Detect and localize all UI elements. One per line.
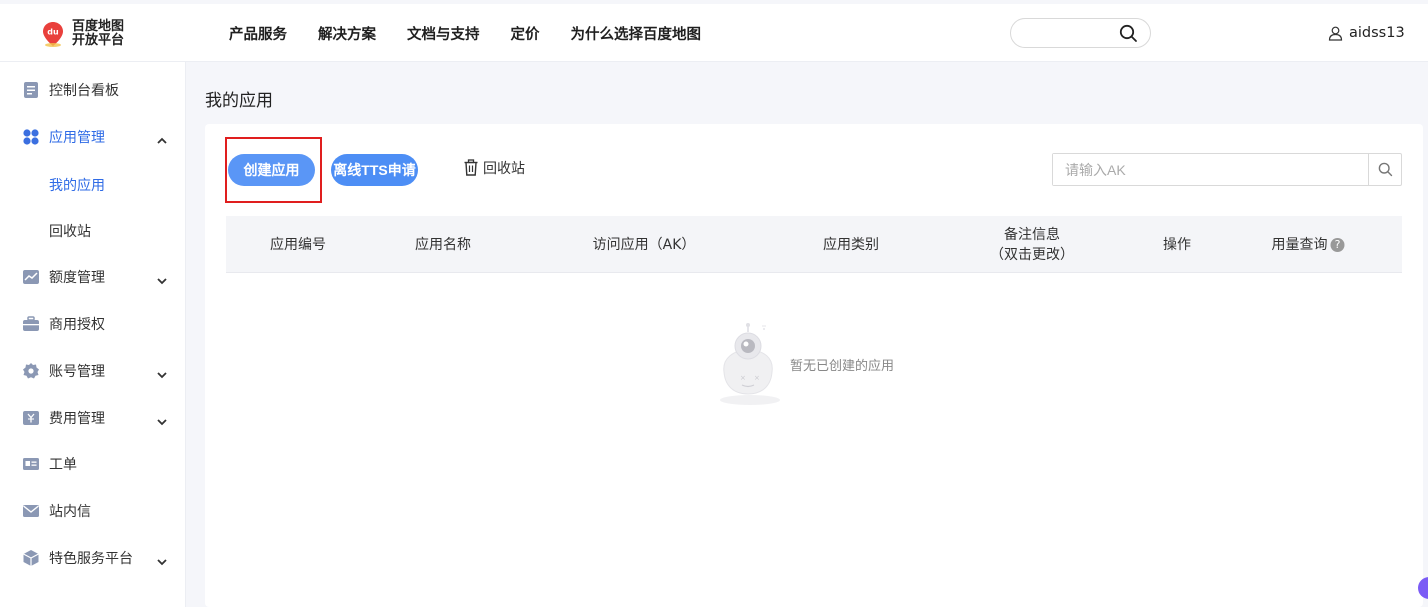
page-title: 我的应用 [205, 91, 273, 111]
svg-text:×: × [754, 374, 760, 382]
column-header-app-name: 应用名称 [415, 236, 471, 253]
user-menu[interactable]: aidss13 [1328, 4, 1405, 62]
sidebar-item-commercial-license[interactable]: 商用授权 [0, 304, 186, 344]
column-header-usage: 用量查询 ? [1272, 216, 1345, 273]
column-header-app-id: 应用编号 [270, 236, 326, 253]
ak-search-button[interactable] [1368, 154, 1401, 185]
sidebar-item-featured-services[interactable]: 特色服务平台 [0, 538, 186, 578]
chevron-down-icon[interactable] [156, 412, 168, 431]
sidebar-item-account[interactable]: 账号管理 [0, 351, 186, 391]
ak-search-input[interactable] [1053, 154, 1353, 185]
search-icon[interactable] [1119, 24, 1138, 47]
nav-solutions[interactable]: 解决方案 [318, 23, 376, 44]
apps-icon [22, 128, 40, 146]
offline-tts-apply-button[interactable]: 离线TTS申请 [331, 154, 418, 186]
mail-icon [22, 502, 40, 520]
empty-mascot-icon: × × [720, 323, 780, 405]
sidebar-item-label: 费用管理 [49, 411, 105, 427]
ticket-icon [22, 455, 40, 473]
sidebar-subitem-my-apps[interactable]: 我的应用 [49, 175, 105, 195]
dashboard-icon [22, 81, 40, 99]
recycle-bin-label: 回收站 [483, 161, 525, 177]
yen-icon [22, 409, 40, 427]
briefcase-icon [22, 315, 40, 333]
sidebar-item-messages[interactable]: 站内信 [0, 491, 186, 531]
sidebar-item-billing[interactable]: 费用管理 [0, 398, 186, 438]
map-pin-logo-icon: du [38, 19, 68, 49]
sidebar-item-label: 账号管理 [49, 364, 105, 380]
sidebar-item-label: 应用管理 [49, 130, 105, 146]
recycle-bin-link[interactable]: 回收站 [463, 158, 525, 178]
logo-text: 百度地图 开放平台 [72, 20, 124, 48]
logo[interactable]: du 百度地图 开放平台 [38, 17, 138, 51]
sidebar-item-app-management[interactable]: 应用管理 [0, 117, 186, 157]
user-icon [1328, 26, 1343, 41]
empty-state-text: 暂无已创建的应用 [790, 359, 895, 374]
nav-products[interactable]: 产品服务 [229, 23, 287, 44]
help-icon[interactable]: ? [1330, 237, 1345, 252]
chevron-down-icon[interactable] [156, 552, 168, 571]
logo-badge-text: du [47, 28, 59, 37]
create-app-button[interactable]: 创建应用 [228, 154, 315, 186]
svg-text:×: × [740, 374, 746, 382]
chevron-up-icon[interactable] [156, 131, 168, 150]
main-nav: 产品服务 解决方案 文档与支持 定价 为什么选择百度地图 [229, 4, 732, 62]
sidebar-item-dashboard[interactable]: 控制台看板 [0, 70, 186, 110]
table-header: 应用编号 应用名称 访问应用（AK） 应用类别 备注信息 （双击更改） 操作 用… [226, 216, 1402, 273]
sidebar-item-label: 工单 [49, 457, 77, 473]
chart-icon [22, 268, 40, 286]
column-header-actions: 操作 [1163, 236, 1191, 253]
top-search-input[interactable] [1023, 19, 1123, 47]
sidebar-item-label: 站内信 [49, 504, 91, 520]
column-header-ak: 访问应用（AK） [592, 236, 696, 253]
nav-pricing[interactable]: 定价 [511, 23, 540, 44]
logo-line-2: 开放平台 [72, 33, 125, 48]
username: aidss13 [1349, 25, 1405, 41]
column-header-remarks: 备注信息 （双击更改） [990, 226, 1074, 263]
sidebar-item-label: 商用授权 [49, 317, 105, 333]
gear-icon [22, 362, 40, 380]
sidebar-item-tickets[interactable]: 工单 [0, 444, 186, 484]
sidebar-item-label: 额度管理 [49, 270, 105, 286]
sidebar-item-label: 特色服务平台 [49, 551, 133, 567]
sidebar-item-label: 控制台看板 [49, 83, 119, 99]
top-header: du 百度地图 开放平台 产品服务 解决方案 文档与支持 定价 为什么选择百度地… [0, 4, 1428, 62]
search-icon [1378, 162, 1392, 177]
chevron-down-icon[interactable] [156, 271, 168, 290]
top-search-box [1010, 18, 1151, 48]
nav-docs[interactable]: 文档与支持 [407, 23, 480, 44]
cube-icon [22, 549, 40, 567]
sidebar-item-quota[interactable]: 额度管理 [0, 257, 186, 297]
chevron-down-icon[interactable] [156, 365, 168, 384]
nav-why-baidu[interactable]: 为什么选择百度地图 [571, 23, 702, 44]
ak-search-box [1052, 153, 1402, 186]
sidebar-subitem-recycle-bin[interactable]: 回收站 [49, 221, 91, 241]
column-header-app-category: 应用类别 [823, 236, 879, 253]
trash-icon [464, 159, 478, 176]
logo-line-1: 百度地图 [72, 19, 125, 34]
